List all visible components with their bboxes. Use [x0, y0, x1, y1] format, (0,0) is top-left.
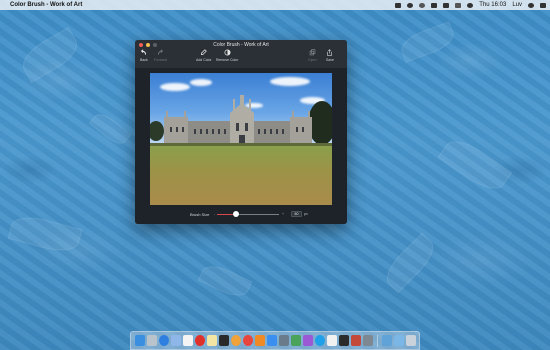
back-button[interactable]: Back — [140, 49, 148, 62]
launchpad-icon[interactable] — [146, 335, 157, 346]
color-brush-icon[interactable] — [350, 335, 361, 346]
mail-icon[interactable] — [170, 335, 181, 346]
slider-knob[interactable] — [232, 211, 239, 217]
downloads-folder-icon[interactable] — [381, 335, 392, 346]
photo-lawn — [150, 145, 332, 205]
preview-icon[interactable] — [278, 335, 289, 346]
dock — [130, 331, 420, 350]
app-name-menu[interactable]: Color Brush - Work of Art — [10, 0, 82, 10]
back-arrow-icon — [140, 49, 147, 56]
spotlight-icon[interactable] — [528, 2, 534, 8]
brush-size-slider[interactable] — [217, 211, 279, 217]
calendar-icon[interactable] — [182, 335, 193, 346]
add-color-button[interactable]: Add Color — [196, 49, 212, 62]
open-icon — [309, 49, 316, 56]
open-button[interactable]: Open — [308, 49, 317, 62]
monitor-icon[interactable] — [431, 2, 438, 8]
photos-icon[interactable] — [230, 335, 241, 346]
flag-icon[interactable] — [455, 2, 462, 8]
forward-button[interactable]: Forward — [154, 49, 167, 62]
share-icon — [326, 49, 333, 56]
status-area: Thu 16:03 Luv — [395, 0, 546, 10]
music-icon[interactable] — [302, 335, 313, 346]
menu-list-icon[interactable] — [540, 2, 546, 8]
finder-icon[interactable] — [134, 335, 145, 346]
slider-max-label: + — [282, 212, 285, 216]
safari-icon[interactable] — [158, 335, 169, 346]
ibooks-icon[interactable] — [254, 335, 265, 346]
brush-icon — [200, 49, 208, 56]
photo-canvas[interactable] — [150, 73, 332, 205]
notes-icon[interactable] — [206, 335, 217, 346]
sync-icon[interactable] — [419, 2, 426, 8]
half-circle-icon — [224, 49, 231, 56]
app-store-icon[interactable] — [266, 335, 277, 346]
user-name[interactable]: Luv — [512, 0, 522, 10]
activity-monitor-icon[interactable] — [338, 335, 349, 346]
skype-icon[interactable] — [314, 335, 325, 346]
battery-icon[interactable] — [443, 2, 450, 8]
documents-folder-icon[interactable] — [393, 335, 404, 346]
brush-size-bar: Brush Size - + 60 px — [135, 205, 347, 224]
title-bar: Color Brush - Work of Art Back Forward A… — [135, 40, 347, 68]
opera-icon[interactable] — [194, 335, 205, 346]
color-brush-window: Color Brush - Work of Art Back Forward A… — [135, 40, 347, 224]
dropbox-icon[interactable] — [395, 2, 402, 8]
window-title: Color Brush - Work of Art — [213, 42, 269, 48]
slider-min-label: - — [214, 212, 216, 216]
brush-size-label: Brush Size — [190, 212, 210, 217]
menu-bar: Color Brush - Work of Art Thu 16:03 Luv — [0, 0, 550, 10]
forward-arrow-icon — [157, 49, 164, 56]
terminal-icon[interactable] — [218, 335, 229, 346]
chrome-icon[interactable] — [242, 335, 253, 346]
maps-icon[interactable] — [290, 335, 301, 346]
textedit-icon[interactable] — [326, 335, 337, 346]
save-button[interactable]: Save — [326, 49, 334, 62]
dock-separator — [376, 334, 378, 347]
remove-color-button[interactable]: Remove Color — [216, 49, 238, 62]
trash-icon[interactable] — [405, 335, 416, 346]
unit-label: px — [304, 212, 308, 216]
wifi-icon[interactable] — [407, 2, 414, 8]
clock[interactable]: Thu 16:03 — [479, 0, 506, 10]
brush-size-field[interactable]: 60 — [291, 211, 302, 217]
volume-icon[interactable] — [467, 2, 474, 8]
system-prefs-icon[interactable] — [362, 335, 373, 346]
